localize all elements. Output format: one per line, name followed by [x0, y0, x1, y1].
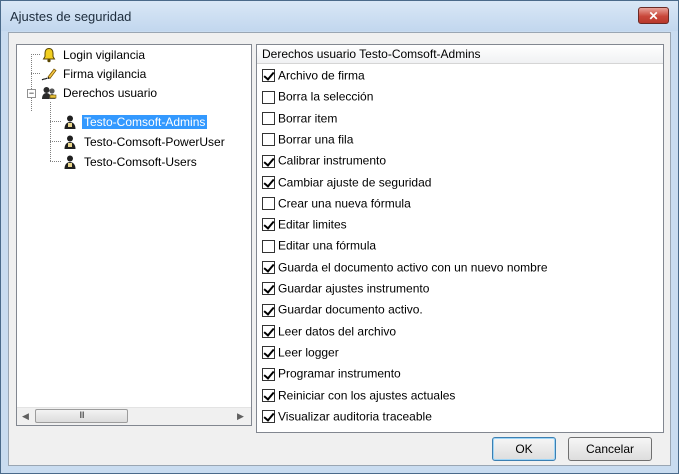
permission-item[interactable]: Programar instrumento [262, 363, 401, 384]
permission-label: Programar instrumento [278, 366, 401, 381]
permission-checkbox[interactable] [262, 303, 275, 317]
tree-connector [31, 73, 40, 74]
tree-item-firma-vigilancia[interactable]: Firma vigilancia [41, 64, 148, 82]
tree-item-label: Testo-Comsoft-Admins [82, 114, 208, 129]
tree-item-label: Testo-Comsoft-Users [84, 154, 197, 169]
permission-item[interactable]: Cambiar ajuste de seguridad [262, 172, 431, 193]
permission-label: Cambiar ajuste de seguridad [278, 174, 432, 189]
grip-icon: III [79, 410, 84, 420]
tree-item-testo-comsoft-users[interactable]: Testo-Comsoft-Users [62, 152, 199, 170]
permission-item[interactable]: Editar una fórmula [262, 235, 376, 256]
permission-item[interactable]: Guardar documento activo. [262, 299, 423, 320]
permission-item[interactable]: Editar limites [262, 214, 347, 235]
permission-item[interactable]: Reiniciar con los ajustes actuales [262, 385, 455, 406]
permission-label: Crear una nueva fórmula [278, 196, 411, 211]
permission-checkbox[interactable] [262, 239, 275, 253]
permission-checkbox[interactable] [262, 388, 275, 402]
permissions-header[interactable]: Derechos usuario Testo-Comsoft-Admins [257, 45, 663, 64]
permission-item[interactable]: Archivo de firma [262, 65, 365, 86]
permission-checkbox[interactable] [262, 133, 275, 147]
signature-pen-icon [41, 66, 57, 82]
permission-label: Reiniciar con los ajustes actuales [278, 387, 456, 402]
permission-label: Editar una fórmula [278, 238, 377, 253]
permission-checkbox[interactable] [262, 410, 275, 424]
permission-item[interactable]: Borra la selección [262, 86, 373, 107]
cancel-button[interactable]: Cancelar [568, 437, 652, 461]
permission-checkbox[interactable] [262, 69, 275, 83]
tree-connector [31, 54, 32, 111]
tree-item-label: Derechos usuario [63, 85, 158, 100]
permission-checkbox[interactable] [262, 346, 275, 360]
security-settings-dialog: Ajustes de seguridad ✕ Login vigilancia … [0, 0, 679, 474]
tree-item-derechos-usuario[interactable]: Derechos usuario [41, 83, 159, 101]
bell-icon [41, 47, 57, 63]
tree-connector [50, 141, 61, 142]
permission-label: Borra la selección [278, 89, 374, 104]
permission-label: Leer datos del archivo [278, 323, 397, 338]
security-tree: Login vigilancia Firma vigilancia − Dere… [16, 44, 252, 426]
dialog-body: Login vigilancia Firma vigilancia − Dere… [8, 32, 671, 466]
tree-connector [50, 102, 51, 161]
close-icon: ✕ [648, 9, 659, 23]
tree-item-label: Firma vigilancia [63, 66, 147, 81]
permission-item[interactable]: Guardar ajustes instrumento [262, 278, 429, 299]
permission-checkbox[interactable] [262, 90, 275, 104]
tree-item-testo-comsoft-poweruser[interactable]: Testo-Comsoft-PowerUser [62, 132, 227, 150]
permissions-header-label: Derechos usuario Testo-Comsoft-Admins [262, 47, 481, 61]
permission-item[interactable]: Leer datos del archivo [262, 321, 396, 342]
permission-checkbox[interactable] [262, 282, 275, 296]
permission-checkbox[interactable] [262, 261, 275, 275]
permission-checkbox[interactable] [262, 154, 275, 168]
tree-item-label: Login vigilancia [63, 47, 146, 62]
tree-item-label: Testo-Comsoft-PowerUser [84, 134, 225, 149]
permission-label: Guarda el documento activo con un nuevo … [278, 260, 548, 275]
collapse-toggle[interactable]: − [27, 89, 36, 98]
permission-label: Guardar documento activo. [278, 302, 423, 317]
permission-label: Borrar item [278, 110, 338, 125]
ok-button[interactable]: OK [492, 437, 556, 461]
window-title: Ajustes de seguridad [10, 9, 132, 24]
permission-checkbox[interactable] [262, 175, 275, 189]
tree-connector [50, 121, 61, 122]
tree-item-testo-comsoft-admins[interactable]: Testo-Comsoft-Admins [62, 112, 208, 130]
user-group-icon [62, 134, 78, 150]
permission-item[interactable]: Visualizar auditoria traceable [262, 406, 432, 427]
users-key-icon [41, 85, 57, 101]
permission-item[interactable]: Calibrar instrumento [262, 150, 386, 171]
scrollbar-thumb[interactable]: III [35, 409, 128, 423]
permission-label: Visualizar auditoria traceable [278, 409, 432, 424]
close-button[interactable]: ✕ [638, 7, 669, 24]
permission-checkbox[interactable] [262, 218, 275, 232]
permission-label: Leer logger [278, 345, 339, 360]
user-group-icon [62, 154, 78, 170]
permissions-list: Derechos usuario Testo-Comsoft-Admins Ar… [256, 44, 664, 433]
tree-item-login-vigilancia[interactable]: Login vigilancia [41, 45, 147, 63]
scroll-right-icon[interactable]: ▶ [232, 408, 249, 425]
permission-item[interactable]: Crear una nueva fórmula [262, 193, 411, 214]
permission-label: Archivo de firma [278, 68, 365, 83]
permission-item[interactable]: Borrar item [262, 108, 337, 129]
tree-connector [31, 54, 40, 55]
permission-item[interactable]: Guarda el documento activo con un nuevo … [262, 257, 548, 278]
permission-checkbox[interactable] [262, 324, 275, 338]
permission-label: Editar limites [278, 217, 347, 232]
tree-horizontal-scrollbar[interactable]: ◀ III ▶ [17, 407, 251, 425]
permission-label: Guardar ajustes instrumento [278, 281, 430, 296]
title-bar[interactable]: Ajustes de seguridad ✕ [1, 1, 678, 31]
permission-checkbox[interactable] [262, 197, 275, 211]
permission-checkbox[interactable] [262, 111, 275, 125]
user-group-icon [62, 114, 78, 130]
permission-item[interactable]: Borrar una fila [262, 129, 353, 150]
permission-item[interactable]: Leer logger [262, 342, 339, 363]
permission-label: Calibrar instrumento [278, 153, 387, 168]
scroll-left-icon[interactable]: ◀ [17, 408, 34, 425]
permission-label: Borrar una fila [278, 132, 354, 147]
tree-connector [50, 161, 61, 162]
permission-checkbox[interactable] [262, 367, 275, 381]
